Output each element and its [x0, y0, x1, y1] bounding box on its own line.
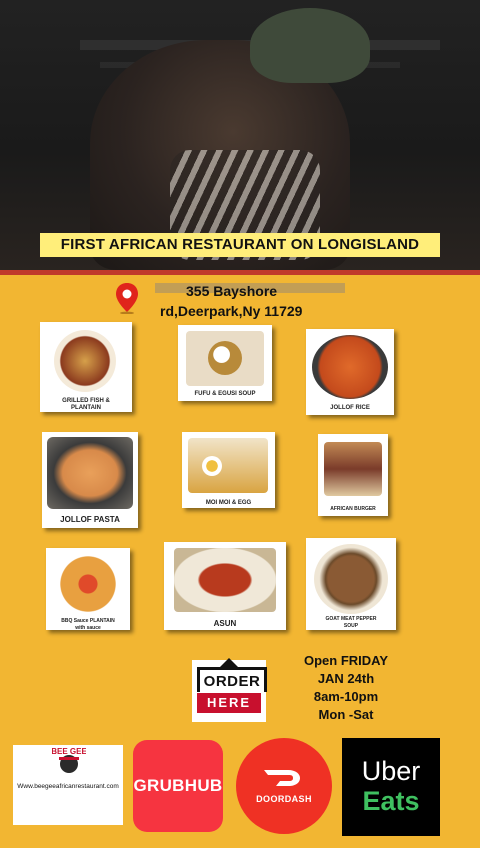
menu-photo — [174, 548, 276, 612]
menu-card: JOLLOF PASTA — [42, 432, 138, 528]
menu-photo — [54, 330, 116, 392]
order-here-button[interactable]: ORDER HERE — [192, 658, 267, 722]
eats-label: Eats — [362, 786, 420, 816]
menu-photo — [324, 442, 382, 496]
menu-photo — [47, 437, 133, 509]
menu-card: JOLLOF RICE — [306, 329, 394, 415]
uber-label: Uber — [361, 756, 421, 786]
order-chevron-icon — [220, 658, 238, 667]
ubereats-logo[interactable]: Uber Eats — [342, 738, 440, 836]
menu-card: GRILLED FISH & PLANTAIN — [40, 322, 132, 412]
hours-info: Open FRIDAY JAN 24th 8am-10pm Mon -Sat — [290, 652, 402, 724]
menu-caption: ASUN — [213, 619, 237, 628]
menu-caption: JOLLOF PASTA — [60, 515, 120, 524]
headline-banner: FIRST AFRICAN RESTAURANT ON LONGISLAND — [40, 233, 440, 257]
menu-caption: GOAT MEAT PEPPER SOUP — [325, 616, 377, 629]
here-label: HERE — [197, 693, 261, 713]
location-pin-icon — [116, 283, 138, 314]
hero-hat — [250, 8, 370, 83]
beegee-brand: BEE GEE — [52, 747, 86, 756]
hours-line: 8am-10pm — [313, 689, 379, 704]
grubhub-logo[interactable]: GRUBHUB — [133, 740, 223, 832]
doordash-icon — [264, 770, 300, 786]
website-url: Www.beegeeafricanrestaurant.com — [17, 783, 119, 790]
menu-photo — [314, 544, 388, 614]
doordash-logo[interactable]: DOORDASH — [236, 738, 332, 834]
menu-photo — [54, 554, 122, 614]
menu-card: AFRICAN BURGER — [318, 434, 388, 516]
menu-caption: AFRICAN BURGER — [330, 506, 376, 512]
menu-card: FUFU & EGUSI SOUP — [178, 325, 272, 401]
doordash-label: DOORDASH — [256, 794, 312, 804]
hours-line: Mon -Sat — [318, 707, 374, 722]
menu-caption: FUFU & EGUSI SOUP — [194, 391, 256, 397]
menu-card: MOI MOI & EGG — [182, 432, 275, 508]
address-line2: rd,Deerpark,Ny 11729 — [160, 303, 303, 319]
menu-caption: BBQ Sauce PLANTAIN with sauce — [61, 618, 115, 631]
hero-divider — [0, 270, 480, 275]
menu-caption: MOI MOI & EGG — [205, 500, 252, 506]
beegee-seal-icon: BEE GEE — [52, 747, 86, 773]
menu-card: BBQ Sauce PLANTAIN with sauce — [46, 548, 130, 631]
menu-caption: GRILLED FISH & PLANTAIN — [62, 398, 110, 411]
menu-card: ASUN — [164, 542, 286, 630]
menu-photo — [186, 331, 264, 386]
hours-line: Open FRIDAY — [303, 653, 389, 668]
address-line1: 355 Bayshore — [186, 283, 278, 299]
menu-photo — [312, 335, 388, 399]
beegee-logo[interactable]: BEE GEE Www.beegeeafricanrestaurant.com — [13, 745, 123, 825]
menu-photo — [188, 438, 268, 493]
order-label: ORDER — [197, 667, 267, 692]
menu-card: GOAT MEAT PEPPER SOUP — [306, 538, 396, 630]
hours-line: JAN 24th — [317, 671, 375, 686]
menu-caption: JOLLOF RICE — [330, 405, 370, 411]
